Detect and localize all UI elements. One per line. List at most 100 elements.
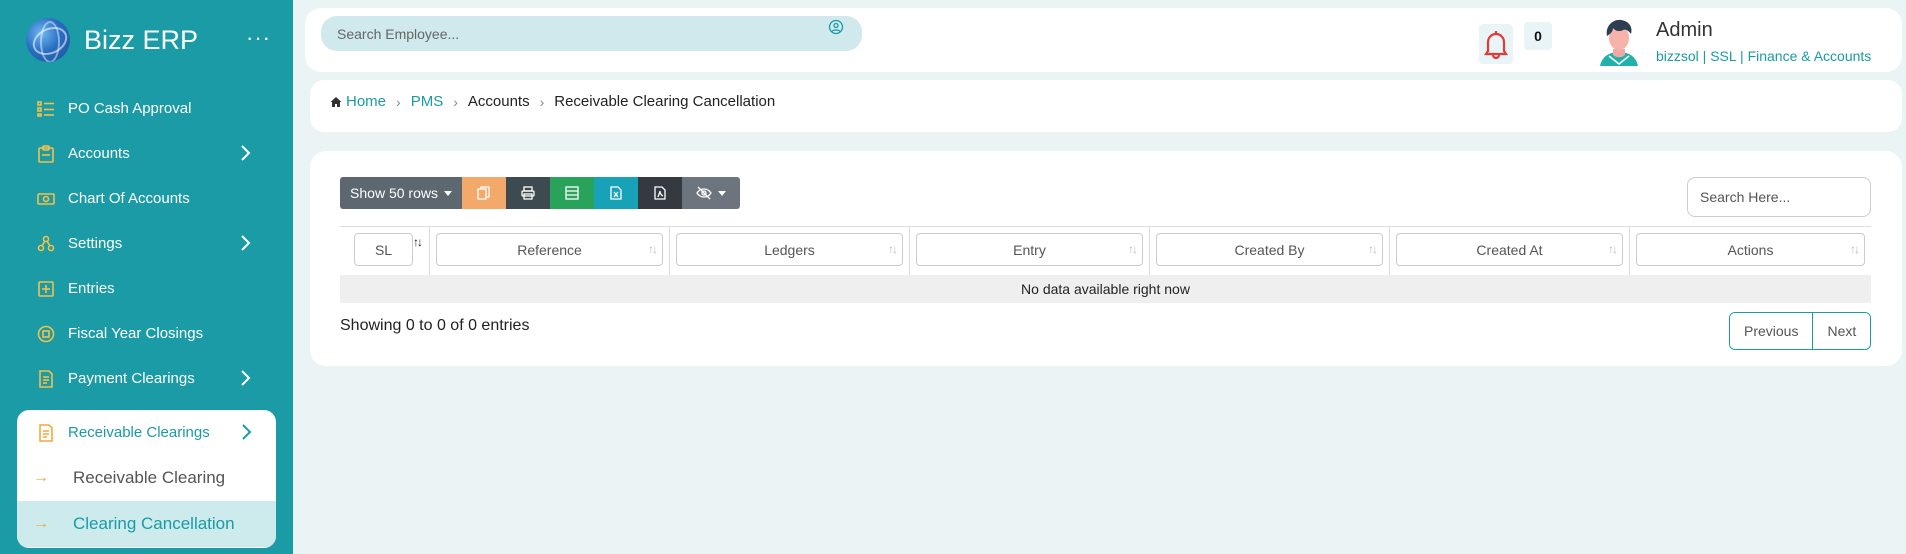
caret-down-icon [718, 190, 726, 196]
sidebar-item-label: Chart Of Accounts [68, 190, 190, 207]
column-header-box: Actions ↑↓ [1636, 233, 1865, 266]
chevron-right-icon [242, 424, 252, 440]
brand[interactable]: Bizz ERP [26, 18, 198, 62]
breadcrumb-current-page: Receivable Clearing Cancellation [554, 93, 776, 110]
employee-search-input[interactable] [321, 16, 862, 51]
sidebar-item-label: Accounts [68, 145, 130, 162]
plus-square-icon [36, 279, 56, 299]
sidebar-item-label: Entries [68, 280, 115, 297]
column-header-sl[interactable]: SL ↑↓ [340, 227, 430, 275]
sidebar-item-accounts[interactable]: Accounts [0, 131, 293, 176]
breadcrumb: Home › PMS › Accounts › Receivable Clear… [330, 93, 775, 110]
sidebar-item-label: Payment Clearings [68, 370, 195, 387]
column-header-box: Reference ↑↓ [436, 233, 663, 266]
sidebar-item-fiscal-year-closings[interactable]: Fiscal Year Closings [0, 311, 293, 356]
show-rows-label: Show 50 rows [350, 185, 438, 201]
more-menu-icon[interactable]: ··· [246, 27, 271, 49]
notification-button[interactable] [1479, 24, 1513, 64]
sidebar-item-payment-clearings[interactable]: Payment Clearings [0, 356, 293, 401]
column-visibility-dropdown[interactable] [682, 177, 740, 209]
avatar[interactable] [1594, 16, 1644, 66]
sidebar-item-label: Receivable Clearings [68, 424, 210, 441]
excel-icon [610, 186, 622, 200]
sort-icon: ↑↓ [648, 242, 658, 256]
column-header-label: Ledgers [764, 241, 815, 258]
column-header-entry[interactable]: Entry ↑↓ [910, 227, 1150, 275]
column-header-label: Entry [1013, 241, 1046, 258]
sort-icon: ↑↓ [1368, 242, 1378, 256]
receipt-icon [36, 423, 56, 443]
breadcrumb-accounts: Accounts [467, 93, 530, 110]
pdf-button[interactable] [638, 177, 682, 209]
sidebar-item-label: PO Cash Approval [68, 100, 192, 117]
column-header-reference[interactable]: Reference ↑↓ [430, 227, 670, 275]
chevron-right-icon [241, 145, 251, 161]
breadcrumb-card: Home › PMS › Accounts › Receivable Clear… [310, 80, 1902, 132]
copy-icon [477, 186, 490, 200]
breadcrumb-pms-link[interactable]: PMS [411, 93, 444, 110]
sidebar-item-entries[interactable]: Entries [0, 266, 293, 311]
column-header-label: Reference [517, 241, 582, 258]
csv-icon [565, 186, 579, 200]
arrow-right-icon: → [33, 469, 49, 486]
breadcrumb-home-link[interactable]: Home [346, 93, 386, 110]
brand-name: Bizz ERP [84, 24, 199, 55]
pdf-icon [654, 186, 666, 200]
excel-button[interactable] [594, 177, 638, 209]
sidebar-item-label: Settings [68, 235, 123, 252]
table-search-input[interactable] [1687, 177, 1871, 217]
eye-slash-icon [696, 186, 712, 200]
breadcrumb-separator-icon: › [396, 93, 401, 110]
table-info: Showing 0 to 0 of 0 entries [340, 317, 530, 334]
arrow-right-icon: → [33, 515, 49, 532]
sidebar-item-receivable-clearings[interactable]: Receivable Clearings [17, 410, 276, 455]
list-icon [36, 99, 56, 119]
column-header-ledgers[interactable]: Ledgers ↑↓ [670, 227, 910, 275]
sort-icon: ↑↓ [1608, 242, 1618, 256]
receipt-icon [36, 369, 56, 389]
copy-button[interactable] [462, 177, 506, 209]
print-button[interactable] [506, 177, 550, 209]
sidebar-item-label: Fiscal Year Closings [68, 325, 204, 342]
sort-icon: ↑↓ [1850, 242, 1860, 256]
sidebar-subitem-clearing-cancellation[interactable]: → Clearing Cancellation [17, 501, 276, 547]
breadcrumb-separator-icon: › [453, 93, 458, 110]
sort-icon: ↑↓ [1128, 242, 1138, 256]
breadcrumb-separator-icon: › [539, 93, 545, 110]
sidebar-subitem-receivable-clearing[interactable]: → Receivable Clearing [17, 455, 276, 501]
sidebar-item-settings[interactable]: Settings [0, 221, 293, 266]
previous-page-button[interactable]: Previous [1730, 313, 1813, 349]
sort-icon: ↑↓ [888, 242, 898, 256]
pagination: Previous Next [1729, 312, 1872, 350]
column-header-label: Actions [1727, 241, 1774, 258]
topbar: 0 Admin bizzsol | SSL | Finance & Accoun… [305, 8, 1902, 72]
csv-button[interactable] [550, 177, 594, 209]
column-header-actions[interactable]: Actions ↑↓ [1630, 227, 1871, 275]
chevron-right-icon [241, 235, 251, 251]
column-header-box: Ledgers ↑↓ [676, 233, 903, 266]
caret-down-icon [443, 190, 452, 196]
circle-square-icon [36, 324, 56, 344]
column-header-label: Created By [1234, 241, 1305, 258]
user-circle-icon[interactable] [828, 19, 844, 35]
column-header-created-at[interactable]: Created At ↑↓ [1390, 227, 1630, 275]
column-header-created-by[interactable]: Created By ↑↓ [1150, 227, 1390, 275]
data-table-card: Show 50 rows SL ↑↓ Reference ↑↓ [310, 151, 1902, 366]
clipboard-icon [36, 144, 56, 164]
sort-asc-icon: ↑↓ [413, 235, 423, 249]
user-organization: bizzsol | SSL | Finance & Accounts [1656, 48, 1872, 64]
sidebar-item-po-cash-approval[interactable]: PO Cash Approval [0, 86, 293, 131]
user-name[interactable]: Admin [1656, 19, 1713, 42]
column-header-label: Created At [1476, 241, 1543, 258]
column-header-box: Entry ↑↓ [916, 233, 1143, 266]
column-header-label: SL [374, 241, 393, 258]
brand-logo-icon [26, 18, 70, 62]
nodes-icon [36, 234, 56, 254]
show-rows-dropdown[interactable]: Show 50 rows [340, 177, 462, 209]
next-page-button[interactable]: Next [1812, 313, 1871, 349]
sidebar: Bizz ERP ··· PO Cash Approval Accounts C… [0, 0, 293, 554]
print-icon [521, 186, 535, 200]
sidebar-item-chart-of-accounts[interactable]: Chart Of Accounts [0, 176, 293, 221]
sidebar-subitem-label: Clearing Cancellation [73, 514, 235, 533]
notification-count-badge: 0 [1524, 22, 1552, 50]
